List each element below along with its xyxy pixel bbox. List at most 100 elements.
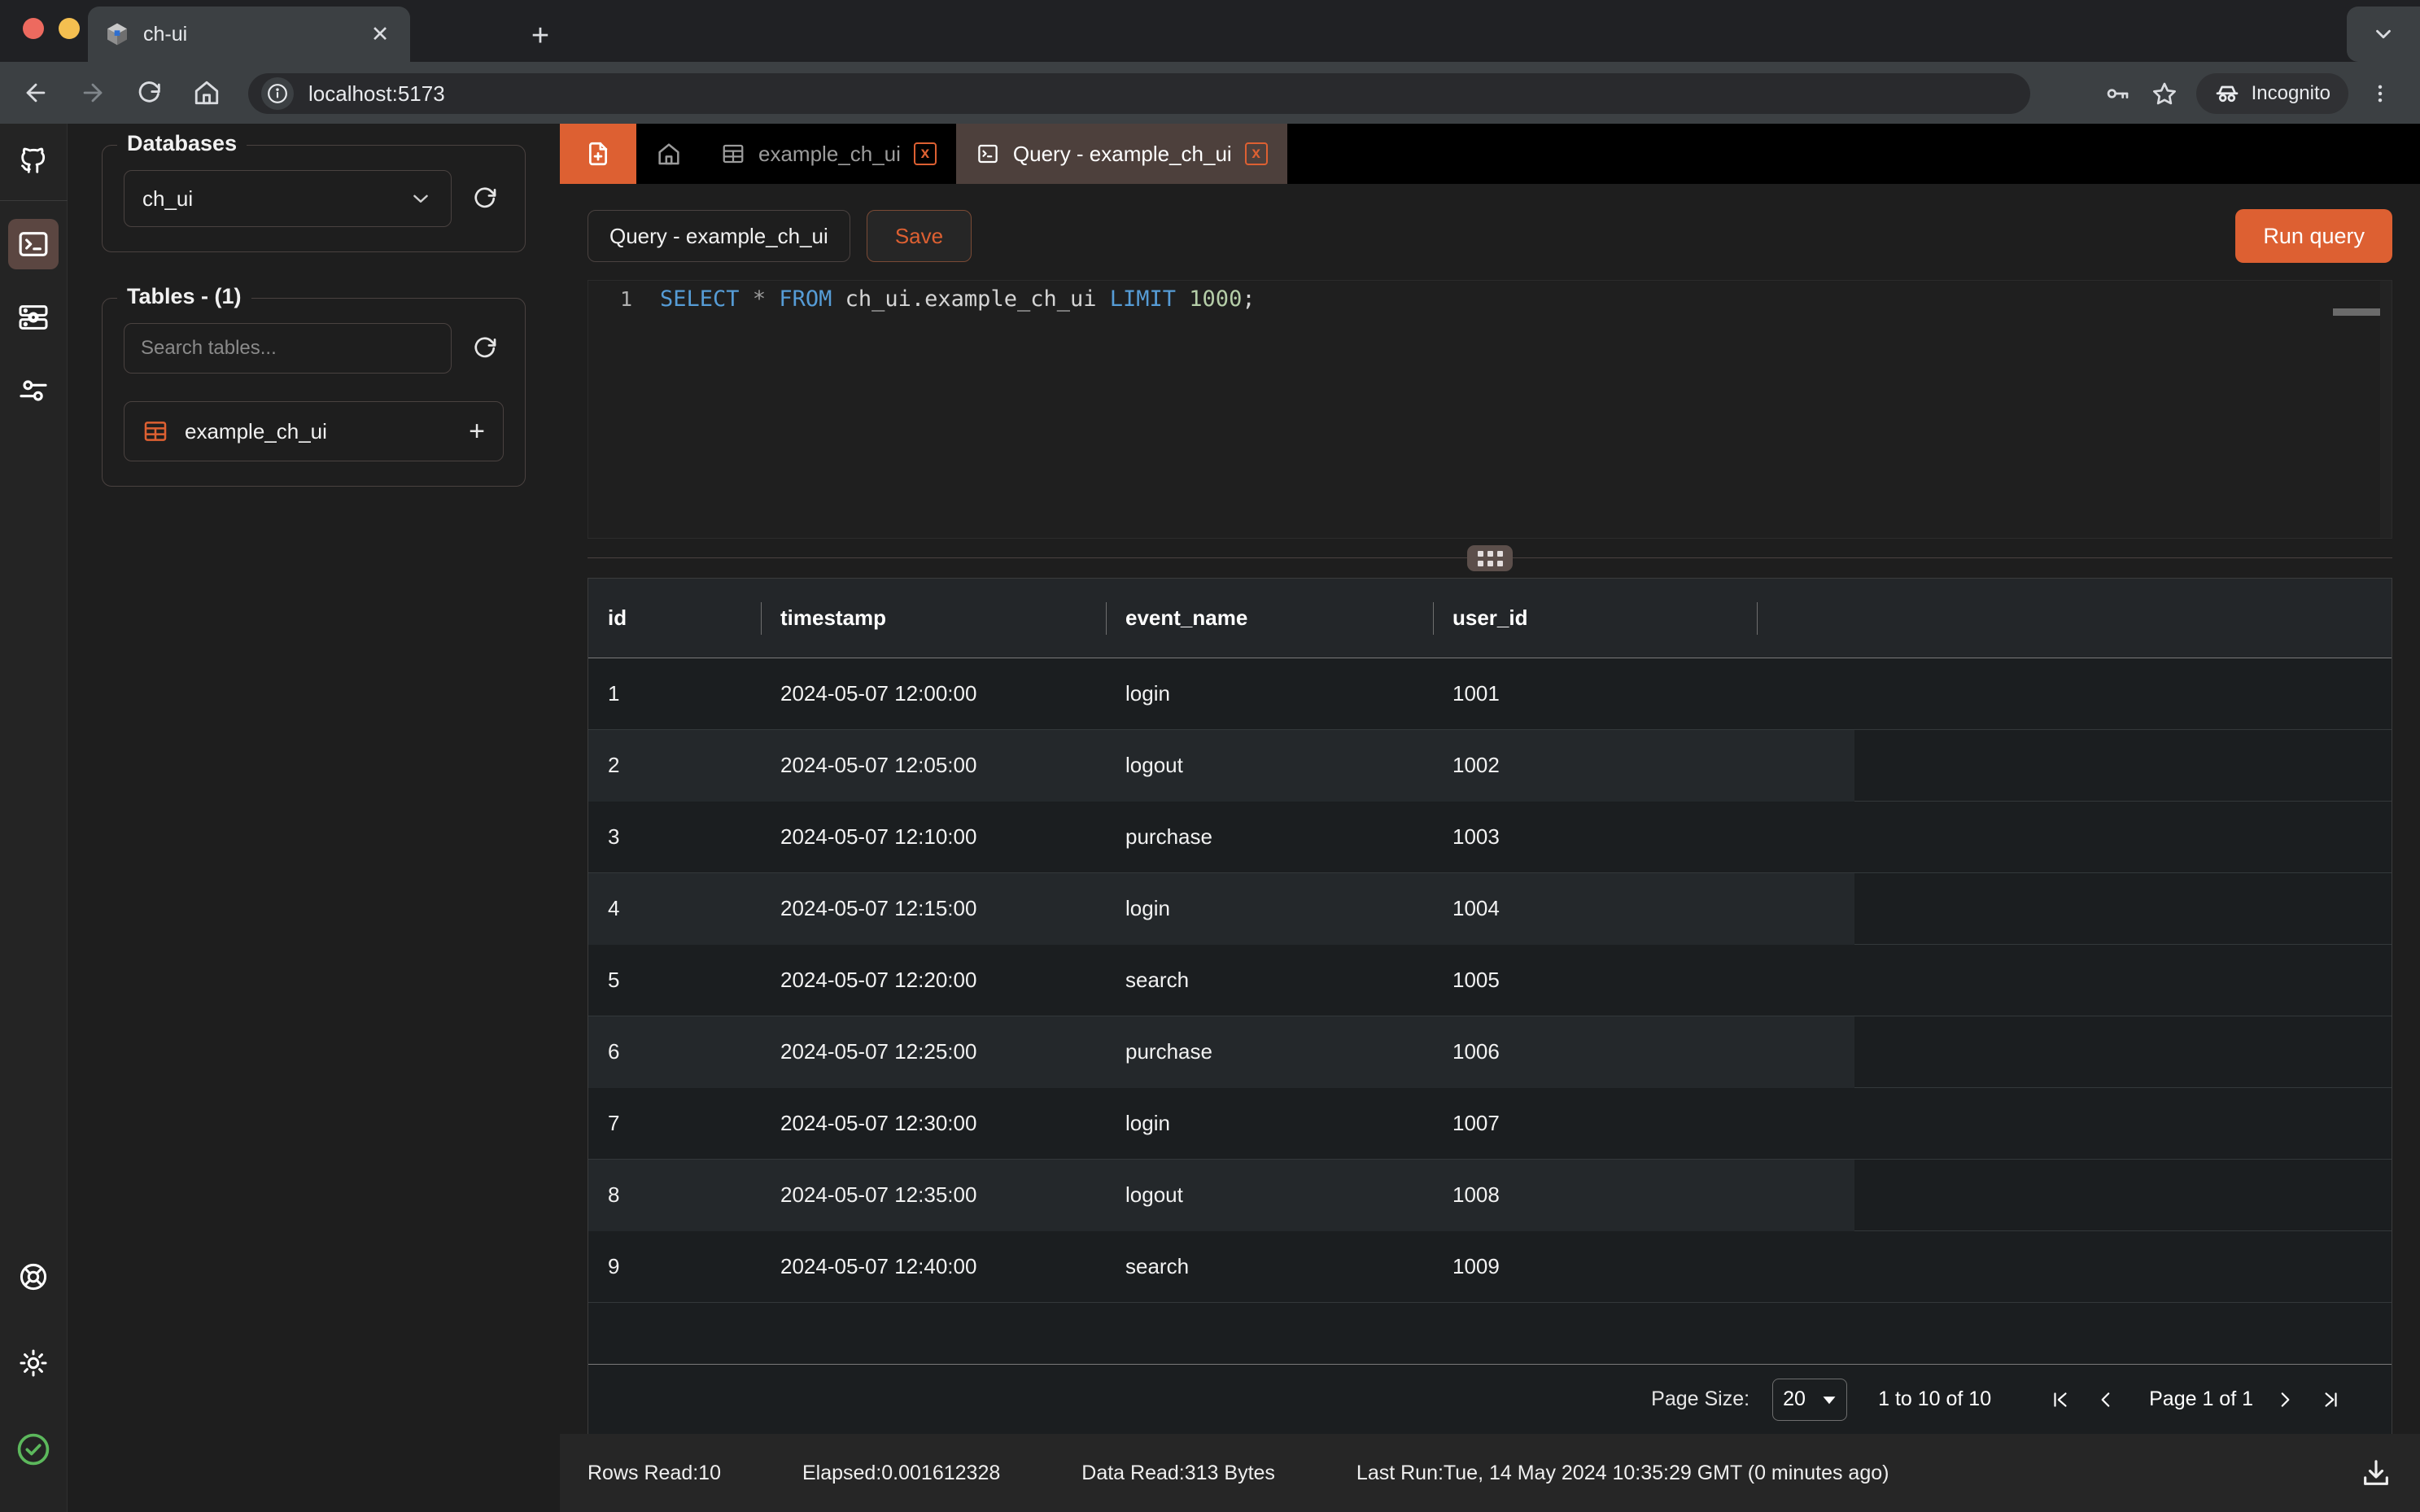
incognito-label: Incognito xyxy=(2251,82,2330,104)
forward-button[interactable] xyxy=(68,68,117,117)
sql-editor[interactable]: 1 SELECT * FROM ch_ui.example_ch_ui LIMI… xyxy=(588,280,2392,539)
table-cell- xyxy=(1757,1016,1854,1088)
table-cell-id: 1 xyxy=(608,681,620,706)
editor-minimap[interactable] xyxy=(2380,281,2392,538)
tab-label: example_ch_ui xyxy=(758,141,901,166)
table-cell-timestamp: 2024-05-07 12:25:00 xyxy=(761,1016,1106,1088)
home-icon xyxy=(194,81,219,105)
database-select[interactable]: ch_ui xyxy=(124,170,452,227)
query-name-input[interactable]: Query - example_ch_ui xyxy=(588,210,850,262)
refresh-tables-button[interactable] xyxy=(466,330,504,367)
new-tab-button[interactable]: + xyxy=(522,18,558,54)
browser-toolbar: localhost:5173 Incognito xyxy=(0,62,2420,124)
table-icon xyxy=(142,418,168,444)
table-cell-event_name: login xyxy=(1125,681,1170,706)
tabstrip-expand-button[interactable] xyxy=(2347,7,2420,62)
table-row[interactable]: 4 2024-05-07 12:15:00 login 1004 xyxy=(588,872,2392,945)
editor-line: 1 SELECT * FROM ch_ui.example_ch_ui LIMI… xyxy=(588,281,2392,317)
table-row[interactable]: 9 2024-05-07 12:40:00 search 1009 xyxy=(588,1231,2392,1303)
last-page-button[interactable] xyxy=(2320,1388,2344,1411)
table-row[interactable]: 7 2024-05-07 12:30:00 login 1007 xyxy=(588,1088,2392,1160)
table-cell-timestamp: 2024-05-07 12:40:00 xyxy=(780,1254,977,1278)
table-cell-user_id: 1006 xyxy=(1433,1016,1757,1088)
minimize-window-button[interactable] xyxy=(59,18,80,39)
new-file-icon xyxy=(589,142,608,166)
column-header-user_id[interactable]: user_id xyxy=(1433,605,1757,631)
reload-button[interactable] xyxy=(125,68,174,117)
column-header-event_name[interactable]: event_name xyxy=(1106,605,1433,631)
table-row[interactable]: 6 2024-05-07 12:25:00 purchase 1006 xyxy=(588,1016,2392,1088)
table-list-item[interactable]: example_ch_ui + xyxy=(124,401,504,461)
table-row[interactable]: 1 2024-05-07 12:00:00 login 1001 xyxy=(588,658,2392,730)
tab-example_ch_ui[interactable]: example_ch_ui x xyxy=(701,124,956,184)
splitter-grip-handle[interactable] xyxy=(1467,545,1513,571)
download-results-button[interactable] xyxy=(2360,1457,2392,1489)
table-cell-id: 8 xyxy=(588,1159,761,1231)
column-header-timestamp[interactable]: timestamp xyxy=(761,605,1106,631)
tab-close-icon[interactable]: x xyxy=(913,142,937,165)
elapsed-text: Elapsed:0.001612328 xyxy=(802,1461,1001,1484)
table-row[interactable]: 3 2024-05-07 12:10:00 purchase 1003 xyxy=(588,802,2392,873)
table-icon xyxy=(723,144,744,164)
sidebar-item-server-settings[interactable] xyxy=(8,292,59,343)
terminal-icon xyxy=(978,144,998,164)
password-manager-button[interactable] xyxy=(2094,73,2141,114)
table-cell-event_name: login xyxy=(1106,872,1433,945)
home-button[interactable] xyxy=(182,68,231,117)
refresh-databases-button[interactable] xyxy=(466,180,504,217)
server-settings-icon xyxy=(19,305,48,330)
table-cell-timestamp: 2024-05-07 12:35:00 xyxy=(761,1159,1106,1231)
next-page-button[interactable] xyxy=(2274,1388,2299,1411)
run-query-button[interactable]: Run query xyxy=(2235,209,2392,263)
back-button[interactable] xyxy=(11,68,60,117)
page-size-select[interactable]: 20 xyxy=(1772,1378,1848,1421)
table-cell-timestamp: 2024-05-07 12:05:00 xyxy=(761,729,1106,802)
chevron-down-icon xyxy=(413,194,428,203)
results-body[interactable]: 1 2024-05-07 12:00:00 login 1001 2 2024-05-07… xyxy=(588,658,2392,1364)
connection-status-indicator[interactable] xyxy=(8,1424,59,1475)
github-icon[interactable] xyxy=(8,135,59,186)
column-header-id[interactable]: id xyxy=(588,605,761,631)
address-bar[interactable]: localhost:5173 xyxy=(248,73,2030,114)
table-row[interactable]: 2 2024-05-07 12:05:00 logout 1002 xyxy=(588,729,2392,802)
table-row[interactable]: 8 2024-05-07 12:35:00 logout 1008 xyxy=(588,1159,2392,1231)
browser-tab[interactable]: ch-ui ✕ xyxy=(88,7,410,62)
results-grid: id timestamp event_name user_id 1 2024-05… xyxy=(588,578,2392,1434)
browser-menu-button[interactable] xyxy=(2357,73,2404,114)
kebab-menu-icon xyxy=(2378,85,2383,103)
tab-close-icon[interactable]: x xyxy=(1244,142,1268,165)
browser-tab-close-icon[interactable]: ✕ xyxy=(366,20,394,48)
first-page-button[interactable] xyxy=(2050,1388,2074,1411)
theme-toggle-button[interactable] xyxy=(8,1338,59,1388)
editor-code[interactable]: SELECT * FROM ch_ui.example_ch_ui LIMIT … xyxy=(650,286,1256,312)
sidebar-item-terminal[interactable] xyxy=(8,219,59,269)
incognito-indicator[interactable]: Incognito xyxy=(2195,73,2348,114)
databases-legend: Databases xyxy=(117,131,247,156)
search-tables-input[interactable]: Search tables... xyxy=(124,323,452,374)
table-cell-timestamp: 2024-05-07 12:10:00 xyxy=(780,824,977,849)
table-cell-id: 7 xyxy=(608,1111,620,1135)
sun-icon xyxy=(20,1349,47,1377)
table-cell-user_id: 1007 xyxy=(1452,1111,1500,1135)
table-cell-user_id: 1008 xyxy=(1433,1159,1757,1231)
prev-page-button[interactable] xyxy=(2095,1388,2120,1411)
rows-read-text: Rows Read:10 xyxy=(588,1461,721,1484)
home-tab-button[interactable] xyxy=(636,124,701,184)
bookmark-button[interactable] xyxy=(2141,73,2188,114)
save-button[interactable]: Save xyxy=(866,210,972,262)
tab-query-example_ch_ui[interactable]: Query - example_ch_ui x xyxy=(955,124,1287,184)
table-cell-id: 5 xyxy=(608,968,620,992)
table-list-item-label: example_ch_ui xyxy=(185,418,327,444)
sidebar-item-settings[interactable] xyxy=(8,365,59,416)
pane-splitter[interactable] xyxy=(588,539,2392,578)
add-table-query-button[interactable]: + xyxy=(469,417,485,445)
editor-horizontal-scrollbar[interactable] xyxy=(2333,308,2380,316)
info-circle-icon[interactable] xyxy=(261,77,294,110)
table-cell- xyxy=(1757,945,1854,1016)
query-status-bar: Rows Read:10 Elapsed:0.001612328 Data Re… xyxy=(560,1434,2420,1512)
help-button[interactable] xyxy=(8,1252,59,1302)
table-cell-event_name: purchase xyxy=(1125,824,1212,849)
table-row[interactable]: 5 2024-05-07 12:20:00 search 1005 xyxy=(588,945,2392,1016)
close-window-button[interactable] xyxy=(23,18,44,39)
new-query-tab-button[interactable] xyxy=(560,124,636,184)
